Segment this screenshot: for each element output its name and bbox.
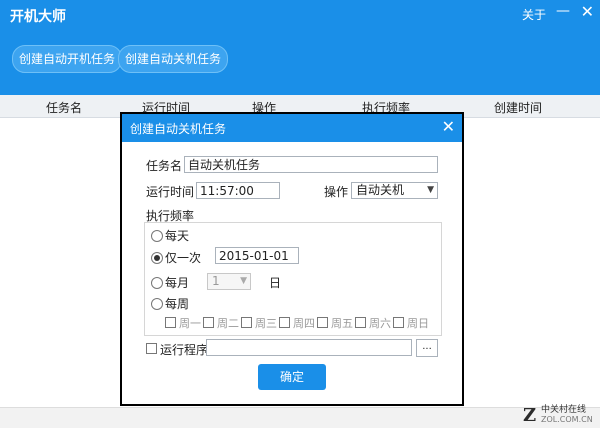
checkbox-wed[interactable] <box>241 317 252 328</box>
create-boot-task-button[interactable]: 创建自动开机任务 <box>12 45 123 73</box>
minimize-button[interactable]: — <box>556 3 570 19</box>
day-unit-label: 日 <box>269 276 282 290</box>
once-date-input[interactable]: 2015-01-01 <box>215 247 299 264</box>
close-button[interactable]: ✕ <box>581 2 594 21</box>
radio-once[interactable] <box>151 252 163 264</box>
watermark-text: 中关村在线 <box>541 405 587 415</box>
task-name-label: 任务名 <box>146 159 183 173</box>
action-label: 操作 <box>324 185 349 199</box>
checkbox-sun[interactable] <box>393 317 404 328</box>
checkbox-tue[interactable] <box>203 317 214 328</box>
radio-daily-label: 每天 <box>165 229 190 243</box>
run-program-checkbox[interactable] <box>146 343 157 354</box>
col-created-time: 创建时间 <box>494 101 543 115</box>
monthly-day-value: 1 <box>212 274 220 288</box>
run-program-label: 运行程序 <box>160 343 209 357</box>
action-select-value: 自动关机 <box>356 183 405 197</box>
weekday-label: 周四 <box>293 317 315 330</box>
about-link[interactable]: 关于 <box>522 6 546 23</box>
checkbox-mon[interactable] <box>165 317 176 328</box>
title-bar: 开机大师 关于 — ✕ 创建自动开机任务 创建自动关机任务 <box>0 0 600 95</box>
create-shutdown-task-dialog: 创建自动关机任务 ✕ 任务名 自动关机任务 运行时间 11:57:00 操作 自… <box>120 112 464 406</box>
weekday-label: 周二 <box>217 317 239 330</box>
radio-monthly-label: 每月 <box>165 276 190 290</box>
col-task-name: 任务名 <box>46 101 83 115</box>
action-select[interactable]: 自动关机 ▼ <box>351 182 438 199</box>
weekday-label: 周六 <box>369 317 391 330</box>
weekday-label: 周日 <box>407 317 429 330</box>
dialog-title-bar: 创建自动关机任务 ✕ <box>122 114 462 142</box>
monthly-day-select[interactable]: 1 ▼ <box>207 273 251 290</box>
watermark: Z 中关村在线 ZOL.COM.CN <box>523 405 598 427</box>
checkbox-fri[interactable] <box>317 317 328 328</box>
weekday-label: 周三 <box>255 317 277 330</box>
weekday-label: 周一 <box>179 317 201 330</box>
chevron-down-icon: ▼ <box>240 276 247 286</box>
task-name-input[interactable]: 自动关机任务 <box>184 156 438 173</box>
frequency-group: 每天 仅一次 2015-01-01 每月 1 ▼ 日 每周 周一 周二 周三 周… <box>144 222 442 336</box>
dialog-title: 创建自动关机任务 <box>130 122 227 136</box>
radio-monthly[interactable] <box>151 277 163 289</box>
chevron-down-icon: ▼ <box>427 185 434 195</box>
checkbox-thu[interactable] <box>279 317 290 328</box>
watermark-sub: ZOL.COM.CN <box>541 415 593 424</box>
radio-daily[interactable] <box>151 230 163 242</box>
run-program-input[interactable] <box>206 339 412 356</box>
browse-button[interactable]: ... <box>416 339 438 357</box>
radio-once-label: 仅一次 <box>165 251 202 265</box>
watermark-logo-icon: Z <box>523 405 537 426</box>
weekday-label: 周五 <box>331 317 353 330</box>
radio-weekly-label: 每周 <box>165 297 190 311</box>
create-shutdown-task-button[interactable]: 创建自动关机任务 <box>118 45 229 73</box>
checkbox-sat[interactable] <box>355 317 366 328</box>
run-time-input[interactable]: 11:57:00 <box>196 182 280 199</box>
run-time-label: 运行时间 <box>146 185 195 199</box>
app-title: 开机大师 <box>10 9 66 25</box>
radio-weekly[interactable] <box>151 298 163 310</box>
footer-bar <box>0 407 600 428</box>
ok-button[interactable]: 确定 <box>258 364 326 390</box>
dialog-close-icon[interactable]: ✕ <box>442 117 455 136</box>
